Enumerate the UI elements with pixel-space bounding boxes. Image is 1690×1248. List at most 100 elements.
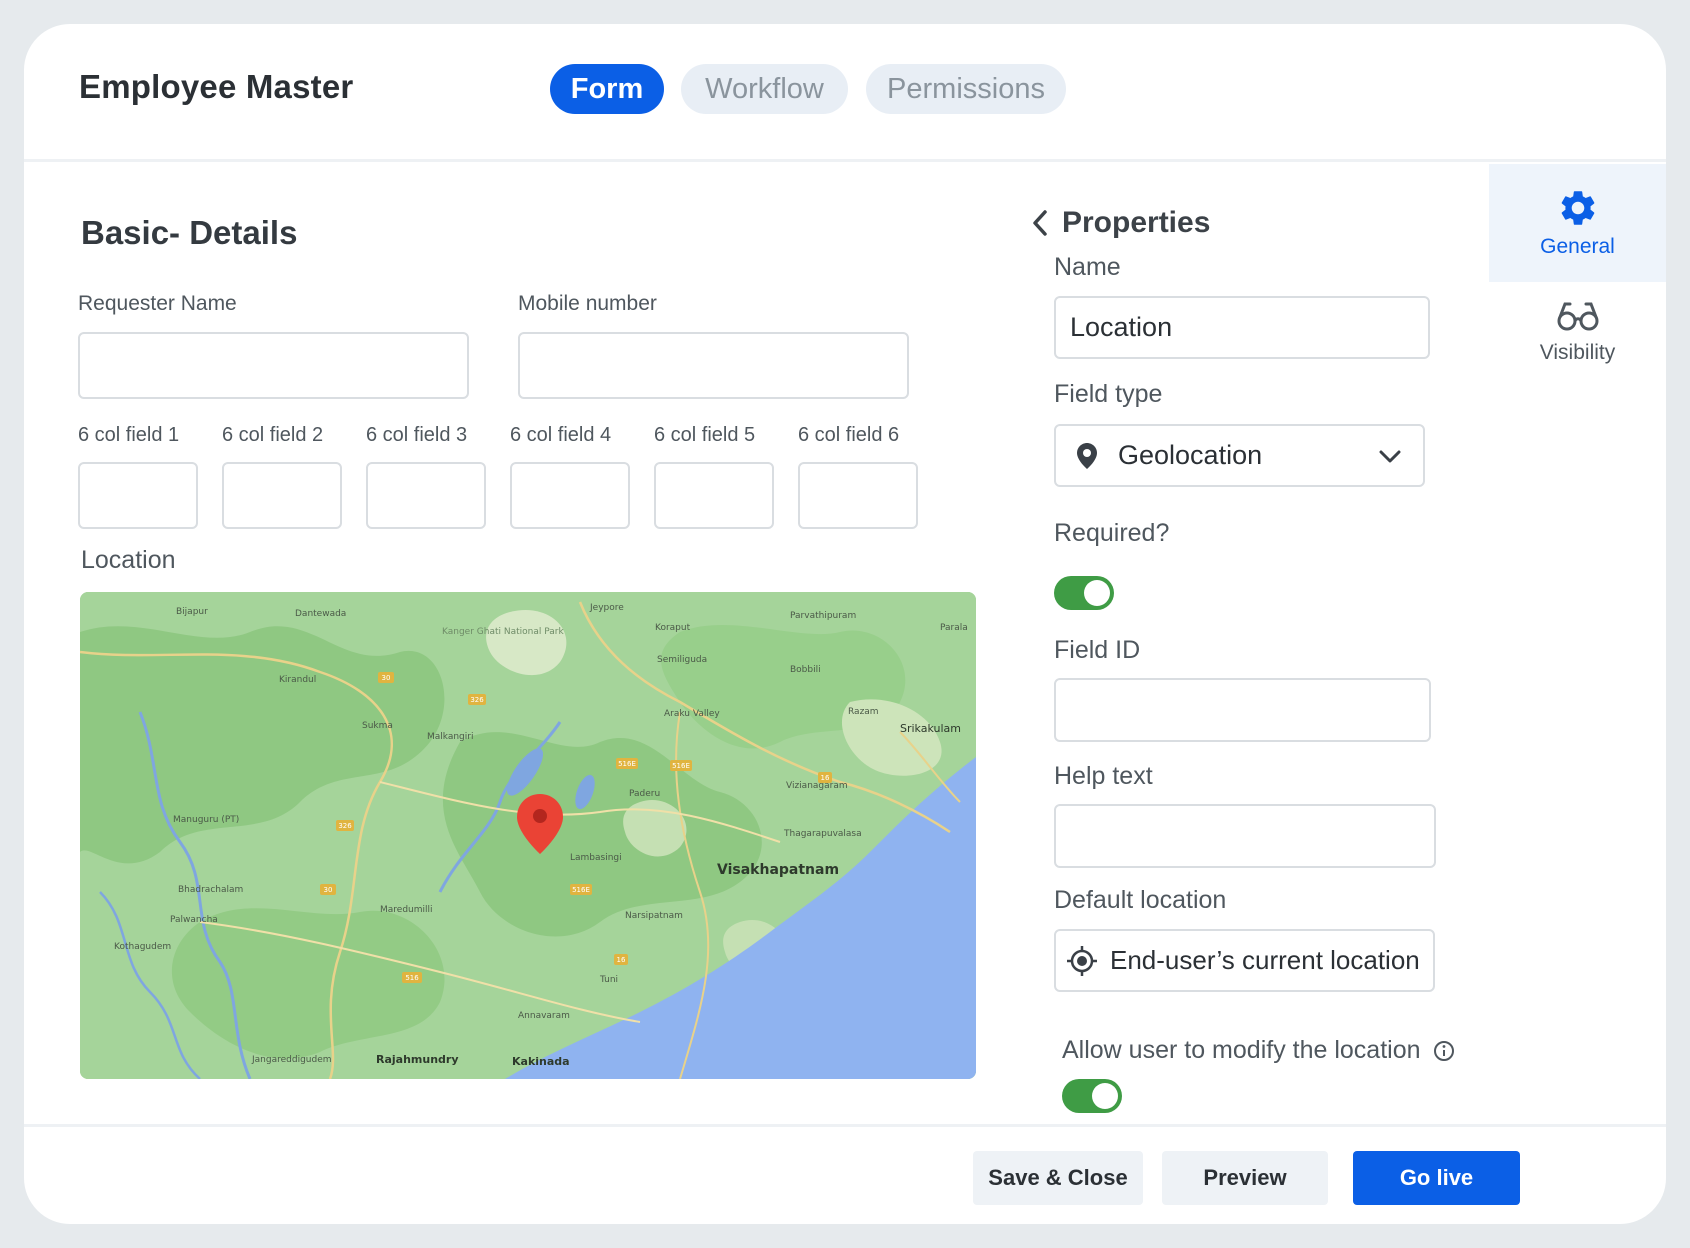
name-input[interactable]: Location (1054, 296, 1430, 359)
field-type-label: Field type (1054, 380, 1163, 408)
allow-modify-row: Allow user to modify the location (1062, 1036, 1455, 1065)
road-badge: 516 (405, 974, 419, 982)
field-type-value: Geolocation (1118, 440, 1263, 470)
crosshair-icon (1067, 945, 1097, 976)
location-pin-icon (1077, 442, 1097, 469)
tab-workflow[interactable]: Workflow (681, 64, 848, 114)
map-place: Razam (848, 707, 879, 717)
map-place: Kirandul (279, 675, 316, 685)
col-field-1-input[interactable] (78, 462, 198, 529)
top-header: Employee Master Form Workflow Permission… (24, 24, 1666, 162)
road-badge: 30 (382, 674, 391, 682)
required-toggle[interactable] (1054, 576, 1114, 610)
properties-header[interactable]: Properties (1032, 206, 1210, 240)
tab-form[interactable]: Form (550, 64, 664, 114)
col-field-5-label: 6 col field 5 (654, 424, 756, 446)
page-title: Employee Master (79, 68, 354, 105)
map-place: Kakinada (512, 1055, 570, 1068)
name-label: Name (1054, 253, 1121, 281)
help-text-input[interactable] (1054, 804, 1436, 868)
map-place: Vizianagaram (786, 781, 848, 791)
location-map[interactable]: 30 326 516E 516E 16 326 30 516E 16 516 B… (80, 592, 976, 1079)
map-place: Kanger Ghati National Park (442, 627, 564, 637)
mobile-number-label: Mobile number (518, 292, 657, 315)
map-place: Bijapur (176, 607, 208, 617)
map-place: Malkangiri (427, 732, 473, 742)
rail-general-label: General (1540, 235, 1615, 258)
map-place: Sukma (362, 721, 393, 731)
info-icon[interactable] (1433, 1040, 1455, 1062)
road-badge: 326 (338, 822, 352, 830)
col-field-4-input[interactable] (510, 462, 630, 529)
mobile-number-input[interactable] (518, 332, 909, 399)
map-place: Koraput (655, 623, 691, 633)
allow-modify-toggle[interactable] (1062, 1079, 1122, 1113)
map-place: Kothagudem (114, 942, 171, 952)
map-place: Paderu (629, 789, 660, 799)
field-id-label: Field ID (1054, 636, 1141, 664)
required-label: Required? (1054, 519, 1170, 547)
chevron-left-icon[interactable] (1032, 210, 1048, 236)
app-window: Employee Master Form Workflow Permission… (24, 24, 1666, 1224)
save-close-button[interactable]: Save & Close (973, 1151, 1143, 1205)
name-value: Location (1070, 312, 1173, 342)
default-location-select[interactable]: End-user’s current location (1054, 929, 1435, 992)
map-place: Srikakulam (900, 722, 961, 735)
requester-name-label: Requester Name (78, 292, 237, 315)
location-label: Location (81, 546, 176, 574)
go-live-button[interactable]: Go live (1353, 1151, 1520, 1205)
road-badge: 516E (572, 886, 590, 894)
section-title: Basic- Details (81, 214, 298, 251)
map-place: Bobbili (790, 665, 821, 675)
default-location-value: End-user’s current location (1110, 945, 1420, 975)
allow-modify-label: Allow user to modify the location (1062, 1036, 1421, 1064)
requester-name-input[interactable] (78, 332, 469, 399)
col-field-6-label: 6 col field 6 (798, 424, 900, 446)
map-place: Lambasingi (570, 853, 622, 863)
col-field-2-label: 6 col field 2 (222, 424, 324, 446)
road-badge: 516E (672, 762, 690, 770)
toggle-knob (1092, 1083, 1118, 1109)
rail-visibility-label: Visibility (1539, 341, 1616, 364)
col-field-3-label: 6 col field 3 (366, 424, 468, 446)
map-place: Palwancha (170, 915, 218, 925)
default-location-label: Default location (1054, 886, 1227, 914)
road-badge: 516E (618, 760, 636, 768)
help-text-label: Help text (1054, 762, 1153, 790)
map-place: Parvathipuram (790, 611, 856, 621)
col-field-3-input[interactable] (366, 462, 486, 529)
toggle-knob (1084, 580, 1110, 606)
field-id-input[interactable] (1054, 678, 1431, 742)
map-place: Maredumilli (380, 905, 433, 915)
road-badge: 30 (324, 886, 333, 894)
rail-visibility-tab[interactable]: Visibility (1489, 299, 1666, 399)
map-place: Tuni (599, 975, 618, 985)
map-place: Bhadrachalam (178, 885, 243, 895)
map-place: Narsipatnam (625, 911, 683, 921)
map-place: Manuguru (PT) (173, 815, 239, 825)
map-place: Parala (940, 623, 968, 633)
tab-permissions[interactable]: Permissions (866, 64, 1066, 114)
col-field-1-label: 6 col field 1 (78, 424, 180, 446)
map-place: Dantewada (295, 609, 346, 619)
map-place: Araku Valley (664, 709, 720, 719)
gear-icon (1561, 191, 1594, 225)
map-place: Rajahmundry (376, 1053, 459, 1066)
chevron-down-icon (1379, 450, 1401, 463)
footer-bar: Save & Close Preview Go live (24, 1124, 1666, 1224)
map-graphic: 30 326 516E 516E 16 326 30 516E 16 516 B… (80, 592, 976, 1079)
col-field-4-label: 6 col field 4 (510, 424, 612, 446)
col-field-5-input[interactable] (654, 462, 774, 529)
field-type-select[interactable]: Geolocation (1054, 424, 1425, 487)
map-place: Semiliguda (657, 655, 707, 665)
glasses-icon (1557, 302, 1598, 331)
col-field-2-input[interactable] (222, 462, 342, 529)
map-place: Annavaram (518, 1011, 570, 1021)
map-place: Thagarapuvalasa (783, 829, 862, 839)
rail-general-tab[interactable]: General (1489, 164, 1666, 282)
preview-button[interactable]: Preview (1162, 1151, 1328, 1205)
map-place: Jangareddigudem (251, 1055, 332, 1065)
road-badge: 16 (617, 956, 626, 964)
map-place: Visakhapatnam (717, 862, 839, 878)
col-field-6-input[interactable] (798, 462, 918, 529)
